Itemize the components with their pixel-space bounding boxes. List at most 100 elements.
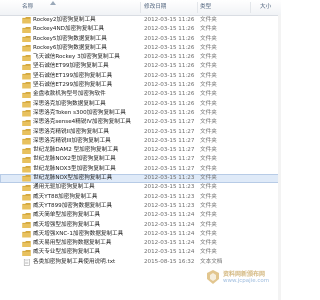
- file-name: 坚石诚信ET299加密狗复制工具: [33, 82, 113, 89]
- list-item[interactable]: 威天专业型加密狗复制工具 2012-03-15 11:24 文件夹: [0, 248, 281, 257]
- file-modified-date: 2012-03-15 11:26: [144, 109, 195, 116]
- column-size-header[interactable]: 大小: [260, 0, 271, 15]
- list-item[interactable]: 金盘收款机狗型号加密狗软件 2012-03-15 11:26 文件夹: [0, 90, 281, 99]
- list-item[interactable]: 深思洛克精锐III加密狗复制工具 2012-03-15 11:27 文件夹: [0, 137, 281, 146]
- file-type: 文件夹: [200, 175, 217, 182]
- list-item[interactable]: 坚石诚信ET99加密狗复制工具 2012-03-15 11:26 文件夹: [0, 62, 281, 71]
- column-divider[interactable]: [140, 2, 141, 13]
- file-type: 文件夹: [200, 212, 217, 219]
- file-type: 文件夹: [200, 119, 217, 126]
- folder-icon: [22, 249, 31, 257]
- list-item[interactable]: 世纪龙脉DAM2 型加密狗复制工具 2012-03-15 11:27 文件夹: [0, 146, 281, 155]
- file-list: Rockey2加密狗复制工具 2012-03-15 11:26 文件夹 Rockey4…: [0, 16, 281, 267]
- file-modified-date: 2012-03-15 11:26: [144, 100, 195, 107]
- file-modified-date: 2012-03-15 11:23: [144, 175, 195, 182]
- file-name: Rockey4ND加密狗复制工具: [33, 26, 105, 33]
- folder-icon: [22, 147, 31, 155]
- folder-icon: [22, 203, 31, 210]
- folder-icon: [22, 17, 31, 24]
- file-type: 文件夹: [200, 54, 217, 61]
- file-modified-date: 2012-03-15 11:26: [144, 54, 195, 61]
- list-item[interactable]: 深思洛克sense4精锐IV加密狗复制工具 2012-03-15 11:27 文件夹: [0, 118, 281, 127]
- column-divider[interactable]: [197, 2, 198, 13]
- folder-icon: [22, 212, 31, 220]
- file-modified-date: 2012-03-15 11:26: [144, 63, 195, 70]
- list-item[interactable]: 深思洛克精锐II加密狗复制工具 2012-03-15 11:27 文件夹: [0, 128, 281, 137]
- file-modified-date: 2012-03-15 11:24: [144, 240, 195, 247]
- file-name: 威天专业型加密狗复制工具: [33, 249, 101, 256]
- column-type-header[interactable]: 类型: [200, 0, 211, 15]
- file-modified-date: 2015-08-15 16:32: [144, 258, 195, 265]
- list-item[interactable]: 深思洛克Token s300加密狗复制工具 2012-03-15 11:26 文件夹: [0, 109, 281, 118]
- folder-icon: [22, 138, 31, 145]
- list-item[interactable]: Rockey5加密狗数据复制工具 2012-03-15 11:26 文件夹: [0, 35, 281, 44]
- folder-icon: [22, 166, 31, 173]
- folder-icon: [22, 73, 31, 80]
- file-name: 威天简单型加密狗复制工具: [33, 212, 101, 219]
- folder-icon: [22, 184, 31, 192]
- list-item[interactable]: Rockey6加密狗数据复制工具 2012-03-15 11:26 文件夹: [0, 44, 281, 53]
- list-item[interactable]: 威天YT88加密狗复制工具 2012-03-15 11:23 文件夹: [0, 193, 281, 202]
- watermark: 资料网新颁布网 www.jcpajie.com: [207, 266, 277, 292]
- file-name: 世纪龙脉NOX2型加密狗复制工具: [33, 156, 116, 163]
- file-type: 文件夹: [200, 221, 217, 228]
- vertical-scrollbar[interactable]: [278, 15, 281, 300]
- folder-icon: [22, 194, 31, 201]
- file-name: 飞天诚信Rockey 3加密狗复制工具: [33, 54, 120, 61]
- list-item[interactable]: 深思洛克加密狗数据复制工具 2012-03-15 11:26 文件夹: [0, 100, 281, 109]
- column-divider[interactable]: [250, 2, 251, 13]
- column-header: 名称 修改日期 类型 大小: [0, 0, 281, 16]
- list-item[interactable]: 通用无驱加密狗复制工具 2012-03-15 11:23 文件夹: [0, 183, 281, 192]
- file-type: 文件夹: [200, 44, 217, 51]
- file-modified-date: 2012-03-15 11:26: [144, 17, 195, 23]
- file-name: 深思洛克Token s300加密狗复制工具: [33, 109, 126, 116]
- file-modified-date: 2012-03-15 11:26: [144, 44, 195, 51]
- file-type: 文件夹: [200, 63, 217, 70]
- folder-icon: [22, 221, 31, 229]
- column-name-header[interactable]: 名称: [22, 0, 33, 15]
- list-item[interactable]: 威天易用型加密狗数据复制工具 2012-03-15 11:24 文件夹: [0, 239, 281, 248]
- file-modified-date: 2012-03-15 11:27: [144, 165, 195, 172]
- file-modified-date: 2012-03-15 11:24: [144, 212, 195, 219]
- file-type: 文件夹: [200, 91, 217, 98]
- file-name: 世纪龙脉DAM2 型加密狗复制工具: [33, 147, 119, 154]
- sort-ascending-icon: [50, 1, 56, 5]
- list-item[interactable]: 威天简单型加密狗复制工具 2012-03-15 11:24 文件夹: [0, 211, 281, 220]
- file-type: 文件夹: [200, 17, 217, 23]
- folder-icon: [22, 156, 31, 164]
- list-item[interactable]: 世纪龙脉NOX型加密狗复制工具 2012-03-15 11:23 文件夹: [0, 174, 281, 184]
- list-item[interactable]: 世纪龙脉NOX3型加密狗复制工具 2012-03-15 11:27 文件夹: [0, 165, 281, 174]
- list-item[interactable]: 威天增强XNC-1加密狗数据复制工具 2012-03-15 11:24 文件夹: [0, 230, 281, 239]
- list-item[interactable]: 威天增强型加密狗复制工具 2012-03-15 11:24 文件夹: [0, 221, 281, 230]
- list-item[interactable]: Rockey2加密狗复制工具 2012-03-15 11:26 文件夹: [0, 16, 281, 25]
- folder-icon: [22, 101, 31, 108]
- file-modified-date: 2012-03-15 11:27: [144, 137, 195, 144]
- list-item[interactable]: 世纪龙脉NOX2型加密狗复制工具 2012-03-15 11:27 文件夹: [0, 155, 281, 164]
- file-modified-date: 2012-03-15 11:24: [144, 221, 195, 228]
- list-item[interactable]: 威天YT899加密狗数据复制工具 2012-03-15 11:23 文件夹: [0, 202, 281, 211]
- list-item[interactable]: 飞天诚信Rockey 3加密狗复制工具 2012-03-15 11:26 文件夹: [0, 53, 281, 62]
- folder-icon: [22, 82, 31, 89]
- file-modified-date: 2012-03-15 11:26: [144, 82, 195, 89]
- list-item[interactable]: 坚石诚信ET299加密狗复制工具 2012-03-15 11:26 文件夹: [0, 81, 281, 90]
- watermark-logo-icon: [207, 270, 219, 284]
- folder-icon: [22, 63, 31, 71]
- list-item[interactable]: 坚石诚信ET199加密狗复制工具 2012-03-15 11:26 文件夹: [0, 72, 281, 81]
- file-name: 坚石诚信ET199加密狗复制工具: [33, 72, 113, 79]
- text-file-icon: [23, 259, 30, 266]
- file-name: 深思洛克精锐II加密狗复制工具: [33, 128, 110, 135]
- folder-icon: [22, 110, 31, 117]
- file-type: 文件夹: [200, 72, 217, 79]
- file-name: Rockey2加密狗复制工具: [33, 17, 96, 23]
- file-type: 文件夹: [200, 165, 217, 172]
- column-date-header[interactable]: 修改日期: [144, 0, 166, 15]
- watermark-url: www.jcpajie.com: [223, 278, 270, 284]
- folder-icon: [22, 54, 31, 62]
- file-type: 文件夹: [200, 193, 217, 200]
- file-name: 深思洛克sense4精锐IV加密狗复制工具: [33, 119, 132, 126]
- folder-icon: [22, 26, 31, 34]
- file-name: Rockey6加密狗数据复制工具: [33, 44, 107, 51]
- list-item[interactable]: Rockey4ND加密狗复制工具 2012-03-15 11:26 文件夹: [0, 25, 281, 34]
- folder-icon: [22, 35, 31, 43]
- file-type: 文件夹: [200, 249, 217, 256]
